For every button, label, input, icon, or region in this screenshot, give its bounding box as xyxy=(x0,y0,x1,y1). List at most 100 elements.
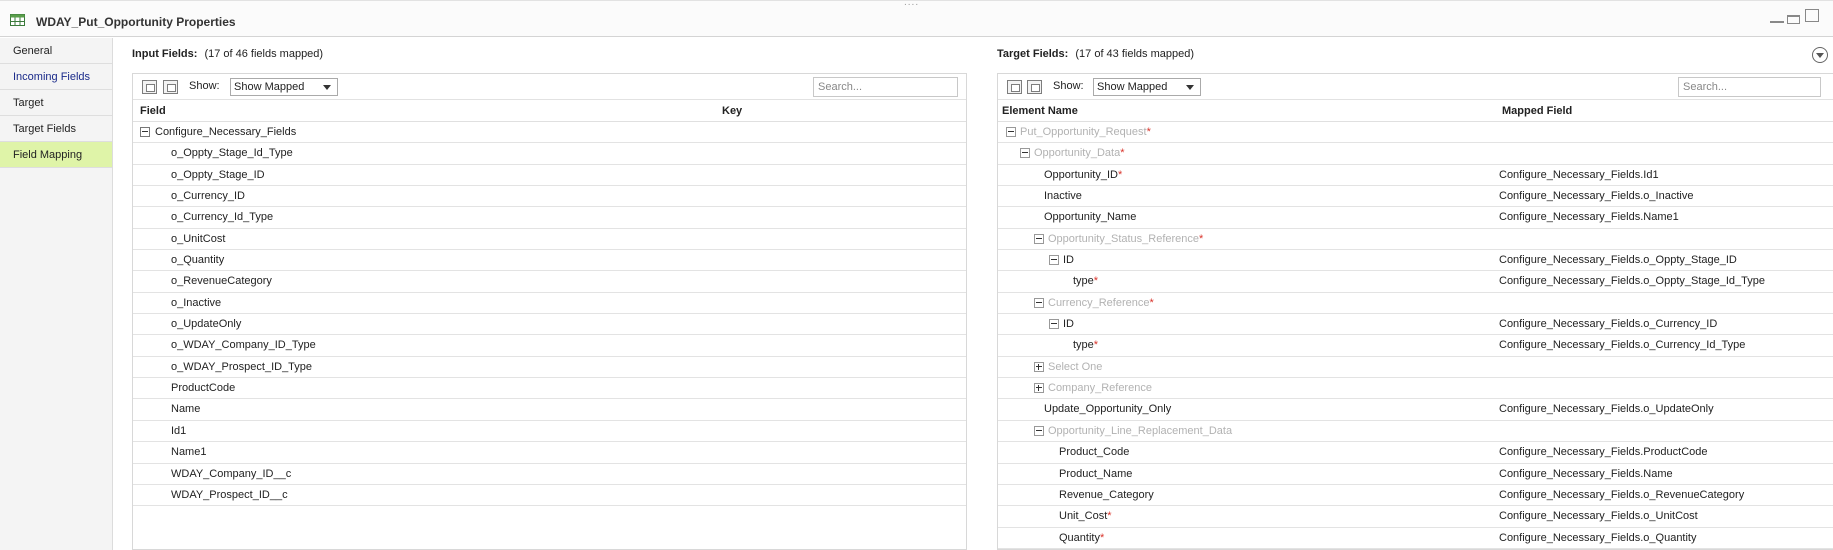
target-field-row[interactable]: ID Configure_Necessary_Fields.o_Currency_… xyxy=(998,314,1833,336)
target-element-name: Currency_Reference* xyxy=(1048,297,1154,309)
sidebar-item-target[interactable]: Target xyxy=(0,90,112,116)
target-element-label: ID xyxy=(1063,318,1074,331)
key-column-header[interactable]: Key xyxy=(722,105,742,117)
collapse-icon[interactable] xyxy=(1034,425,1044,436)
input-field-name: Name xyxy=(171,403,201,416)
input-field-row[interactable]: WDAY_Company_ID__c xyxy=(133,464,966,485)
target-field-row[interactable]: Quantity* Configure_Necessary_Fields.o_Qu… xyxy=(998,528,1833,549)
input-fields-count: (17 of 46 fields mapped) xyxy=(204,48,324,60)
input-fields-label: Input Fields: xyxy=(132,48,198,60)
collapse-all-icon[interactable] xyxy=(163,80,178,94)
target-field-row[interactable]: Revenue_Category Configure_Necessary_Fiel… xyxy=(998,485,1833,507)
required-marker: * xyxy=(1099,531,1105,544)
expand-icon[interactable] xyxy=(1034,383,1044,394)
show-filter-value: Show Mapped xyxy=(1097,81,1168,93)
required-marker: * xyxy=(1107,510,1112,523)
input-field-row[interactable]: o_RevenueCategory xyxy=(133,271,966,293)
input-field-name: WDAY_Prospect_ID__c xyxy=(171,488,288,501)
input-field-row[interactable]: o_Currency_ID xyxy=(133,186,966,208)
target-field-row[interactable]: Company_Reference xyxy=(998,378,1833,400)
target-field-row[interactable]: Inactive Configure_Necessary_Fields.o_Ina… xyxy=(998,186,1833,208)
input-field-row[interactable]: o_UpdateOnly xyxy=(133,314,966,336)
sidebar-item-incoming-fields[interactable]: Incoming Fields xyxy=(0,64,112,90)
target-field-row[interactable]: Product_Name Configure_Necessary_Fields.N… xyxy=(998,464,1833,485)
target-field-row[interactable]: Opportunity_Status_Reference* xyxy=(998,229,1833,251)
element-name-column-header[interactable]: Element Name xyxy=(1002,105,1078,117)
input-field-row[interactable]: o_Currency_Id_Type xyxy=(133,207,966,229)
target-field-row[interactable]: Update_Opportunity_Only Configure_Necessa… xyxy=(998,399,1833,421)
target-field-row[interactable]: Opportunity_Data* xyxy=(998,143,1833,165)
target-field-row[interactable]: type* Configure_Necessary_Fields.o_Curren… xyxy=(998,335,1833,357)
target-element-label: type xyxy=(1073,339,1094,352)
show-filter-select[interactable]: Show Mapped xyxy=(230,78,338,96)
target-element-name: Update_Opportunity_Only xyxy=(1044,403,1171,415)
input-group-row[interactable]: Configure_Necessary_Fields xyxy=(133,122,966,144)
resize-grip-icon[interactable]: .... xyxy=(904,0,919,8)
input-field-row[interactable]: o_Oppty_Stage_Id_Type xyxy=(133,143,966,165)
target-element-name: Quantity* xyxy=(1059,532,1104,544)
target-field-row[interactable]: Select One xyxy=(998,357,1833,379)
collapse-icon[interactable] xyxy=(1006,127,1016,137)
target-field-row[interactable]: ID Configure_Necessary_Fields.o_Oppty_Sta… xyxy=(998,250,1833,272)
collapse-icon[interactable] xyxy=(1049,255,1059,266)
target-element-name: type* xyxy=(1073,275,1098,287)
input-field-row[interactable]: Id1 xyxy=(133,421,966,443)
input-field-name: o_UpdateOnly xyxy=(171,318,242,331)
minimize-icon[interactable] xyxy=(1770,21,1784,23)
collapse-all-icon[interactable] xyxy=(1027,80,1042,94)
input-field-row[interactable]: WDAY_Prospect_ID__c xyxy=(133,485,966,507)
target-element-name: Opportunity_Data* xyxy=(1034,147,1125,159)
target-field-row[interactable]: Opportunity_Name Configure_Necessary_Fiel… xyxy=(998,207,1833,229)
required-marker: * xyxy=(1146,126,1151,138)
target-element-label: Opportunity_Line_Replacement_Data xyxy=(1048,424,1233,437)
input-field-row[interactable]: o_Inactive xyxy=(133,293,966,315)
input-field-row[interactable]: ProductCode xyxy=(133,378,966,400)
target-field-row[interactable]: type* Configure_Necessary_Fields.o_Oppty_… xyxy=(998,271,1833,293)
field-column-header[interactable]: Field xyxy=(140,105,166,117)
show-filter-select[interactable]: Show Mapped xyxy=(1093,78,1201,96)
input-field-name: o_Inactive xyxy=(171,296,222,309)
mapped-field-value: Configure_Necessary_Fields.o_Inactive xyxy=(1499,190,1694,203)
target-element-label: Inactive xyxy=(1044,190,1082,203)
target-field-row[interactable]: Currency_Reference* xyxy=(998,293,1833,315)
target-field-row[interactable]: Opportunity_Line_Replacement_Data xyxy=(998,421,1833,443)
target-rows: Put_Opportunity_Request* Opportunity_Data… xyxy=(998,122,1833,549)
input-field-row[interactable]: o_WDAY_Prospect_ID_Type xyxy=(133,357,966,379)
mapped-field-column-header[interactable]: Mapped Field xyxy=(1502,105,1572,117)
target-field-row[interactable]: Opportunity_ID* Configure_Necessary_Field… xyxy=(998,165,1833,187)
target-element-name: Opportunity_Name xyxy=(1044,211,1136,223)
restore-icon[interactable] xyxy=(1787,15,1800,24)
collapse-icon[interactable] xyxy=(1034,297,1044,308)
sidebar-item-target-fields[interactable]: Target Fields xyxy=(0,116,112,142)
input-field-row[interactable]: o_Oppty_Stage_ID xyxy=(133,165,966,187)
target-element-label: Opportunity_ID xyxy=(1044,168,1118,181)
input-fields-grid: Show: Show Mapped Field Key Configure_Ne… xyxy=(132,73,967,550)
target-element-label: Select One xyxy=(1048,360,1103,373)
input-grid-toolbar: Show: Show Mapped xyxy=(133,74,966,100)
input-field-row[interactable]: o_WDAY_Company_ID_Type xyxy=(133,335,966,357)
mapped-field-value: Configure_Necessary_Fields.o_Currency_ID xyxy=(1499,318,1718,331)
collapse-icon[interactable] xyxy=(1049,319,1059,330)
collapse-icon[interactable] xyxy=(1034,233,1044,244)
input-field-row[interactable]: Name xyxy=(133,399,966,421)
expand-all-icon[interactable] xyxy=(142,80,157,94)
collapse-icon[interactable] xyxy=(140,127,150,137)
collapse-icon[interactable] xyxy=(1020,148,1030,159)
input-field-row[interactable]: Name1 xyxy=(133,442,966,464)
target-element-label: Opportunity_Data xyxy=(1034,147,1121,160)
show-label: Show: xyxy=(189,80,220,92)
input-field-row[interactable]: o_UnitCost xyxy=(133,229,966,251)
show-filter-value: Show Mapped xyxy=(234,81,305,93)
sidebar-item-general[interactable]: General xyxy=(0,38,112,64)
target-field-row[interactable]: Put_Opportunity_Request* xyxy=(998,122,1833,144)
input-search-input[interactable] xyxy=(813,77,958,97)
input-field-row[interactable]: o_Quantity xyxy=(133,250,966,272)
filter-options-icon[interactable] xyxy=(1812,47,1828,63)
target-field-row[interactable]: Product_Code Configure_Necessary_Fields.P… xyxy=(998,442,1833,464)
expand-icon[interactable] xyxy=(1034,361,1044,372)
expand-all-icon[interactable] xyxy=(1007,80,1022,94)
maximize-icon[interactable] xyxy=(1805,9,1819,22)
target-field-row[interactable]: Unit_Cost* Configure_Necessary_Fields.o_U… xyxy=(998,506,1833,528)
sidebar-item-field-mapping[interactable]: Field Mapping xyxy=(0,142,112,168)
target-search-input[interactable] xyxy=(1678,77,1821,97)
